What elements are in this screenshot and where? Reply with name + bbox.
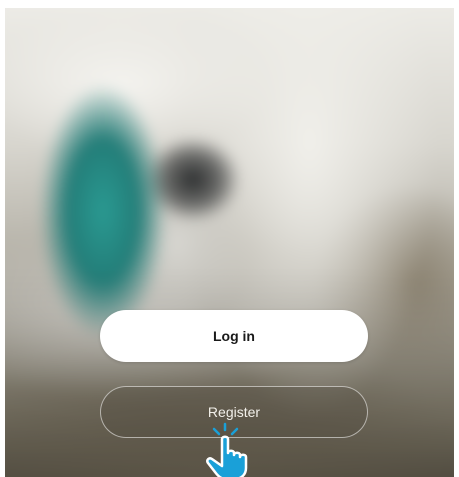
welcome-screen: Log in Register: [5, 8, 454, 477]
login-button[interactable]: Log in: [100, 310, 368, 362]
hand-pointer-icon: [206, 422, 248, 477]
